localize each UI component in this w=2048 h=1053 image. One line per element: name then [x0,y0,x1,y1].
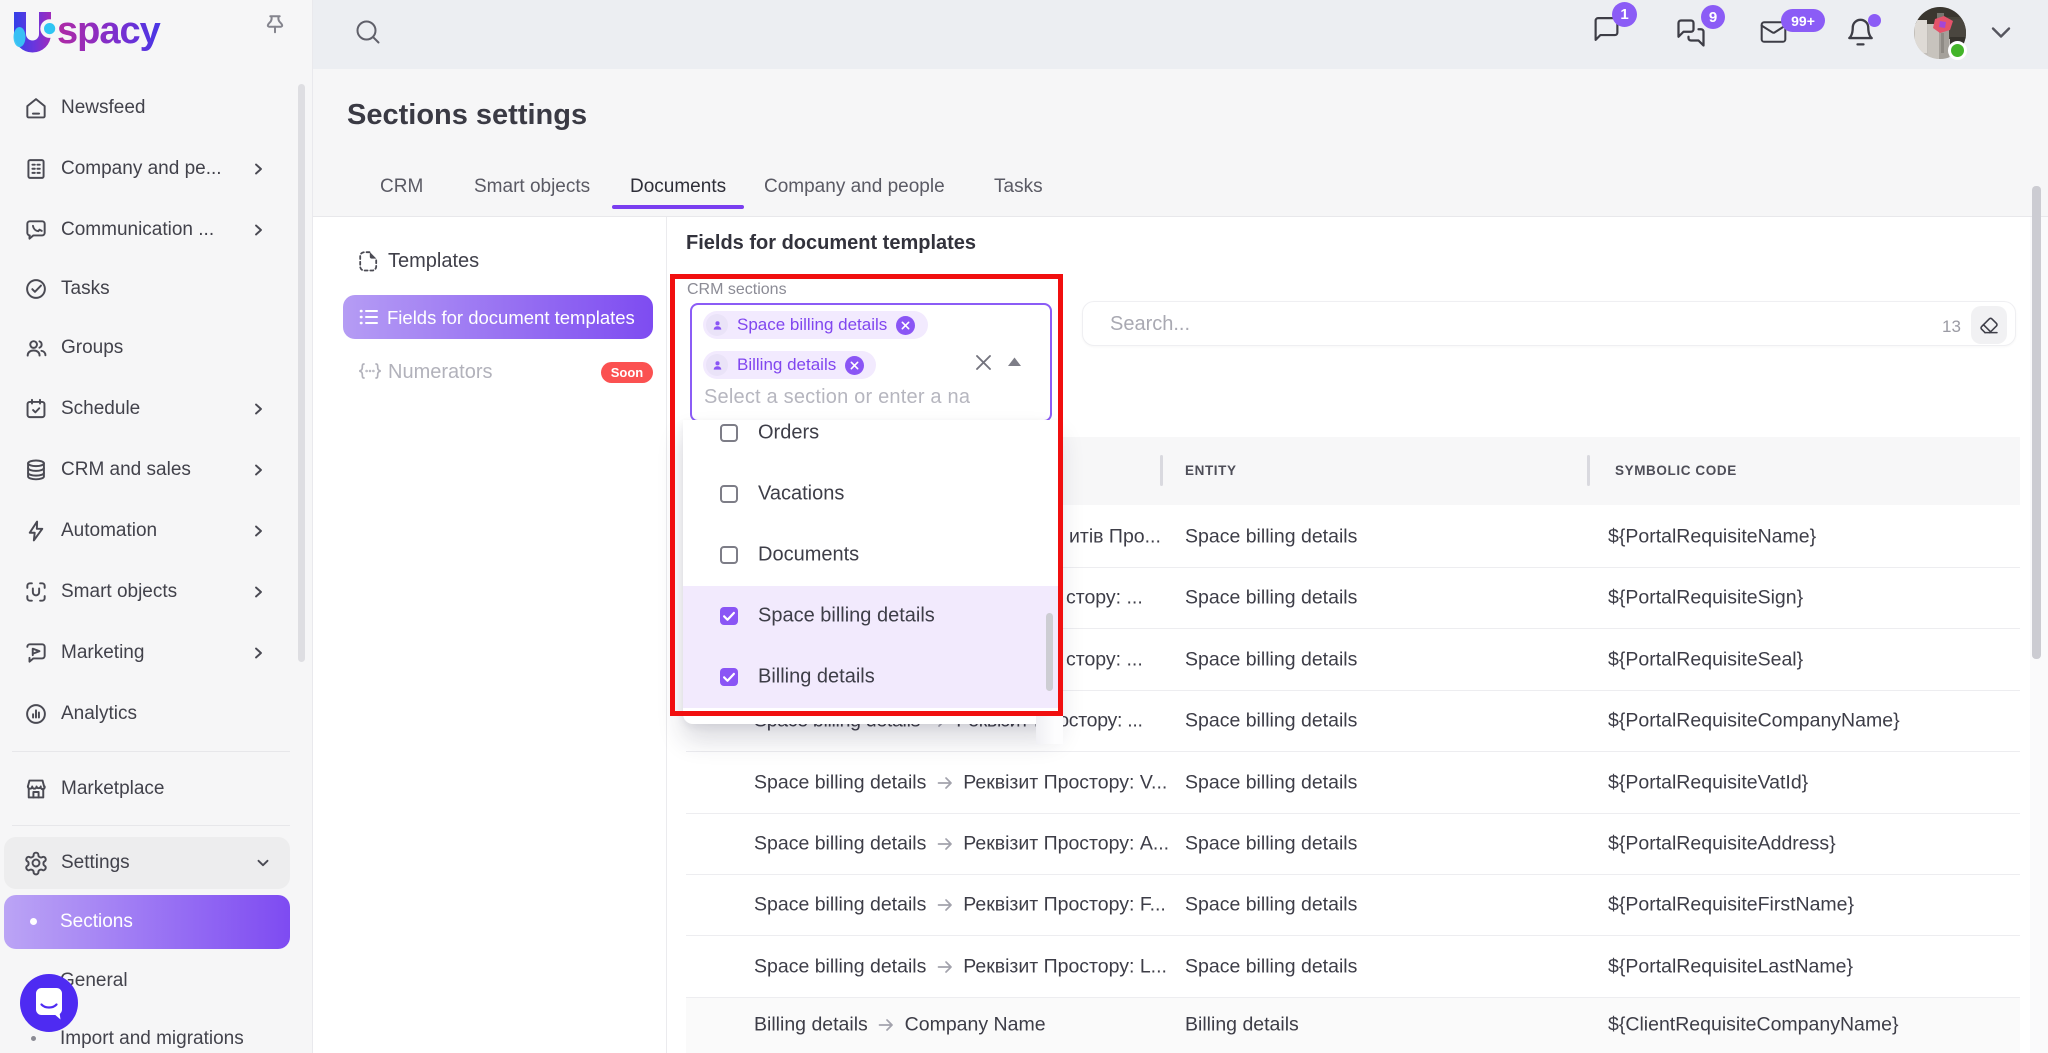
svg-text:spacy: spacy [57,10,161,52]
